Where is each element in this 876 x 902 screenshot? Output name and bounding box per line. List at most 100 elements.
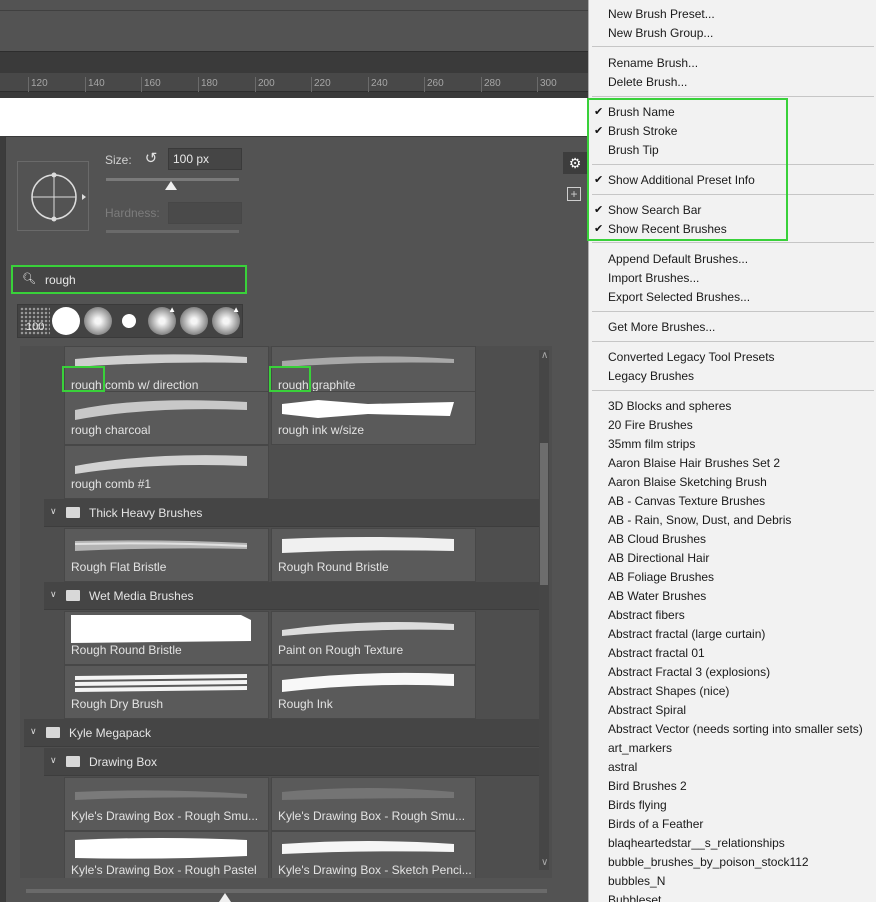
menu-item[interactable]: Birds flying	[608, 798, 667, 812]
brush-tile[interactable]: Rough Ink	[271, 665, 476, 719]
menu-separator	[592, 46, 874, 47]
hardness-input[interactable]	[168, 202, 242, 224]
group-name: Wet Media Brushes	[89, 589, 194, 603]
size-input[interactable]: 100 px	[168, 148, 242, 170]
menu-item[interactable]: Get More Brushes...	[608, 320, 715, 334]
preview-size-slider-thumb[interactable]	[219, 893, 231, 902]
chevron-down-icon: ∨	[50, 589, 57, 599]
brush-tile[interactable]: Kyle's Drawing Box - Rough Smu...	[64, 777, 269, 831]
pressure-icon: ▲	[232, 305, 240, 314]
recent-brush-speckle[interactable]: 100	[20, 307, 50, 335]
menu-item[interactable]: Delete Brush...	[608, 75, 687, 89]
brush-tile[interactable]: Kyle's Drawing Box - Sketch Penci...	[271, 831, 476, 878]
ruler-tick: 200	[255, 77, 275, 92]
brush-tile[interactable]: Rough Dry Brush	[64, 665, 269, 719]
menu-item[interactable]: astral	[608, 760, 637, 774]
search-input[interactable]: 🔍︎ rough	[11, 265, 247, 294]
brush-tile[interactable]: Paint on Rough Texture	[271, 611, 476, 665]
brush-tip-preview[interactable]	[17, 161, 89, 231]
menu-item[interactable]: AB - Rain, Snow, Dust, and Debris	[608, 513, 791, 527]
folder-icon	[66, 756, 80, 767]
scrollbar-track[interactable]	[539, 350, 549, 870]
menu-item[interactable]: Birds of a Feather	[608, 817, 703, 831]
brush-tile[interactable]: Rough Round Bristle	[64, 611, 269, 665]
menu-item[interactable]: 20 Fire Brushes	[608, 418, 693, 432]
menu-item[interactable]: Aaron Blaise Hair Brushes Set 2	[608, 456, 780, 470]
brush-tile[interactable]: Kyle's Drawing Box - Rough Pastel	[64, 831, 269, 878]
scroll-up-icon[interactable]: ∧	[541, 350, 548, 361]
group-thick-heavy-brushes[interactable]: ∨ Thick Heavy Brushes	[44, 499, 541, 527]
menu-item[interactable]: Abstract Fractal 3 (explosions)	[608, 665, 770, 679]
group-drawing-box[interactable]: ∨ Drawing Box	[44, 748, 541, 776]
menu-item[interactable]: Legacy Brushes	[608, 369, 694, 383]
ruler-tick: 260	[424, 77, 444, 92]
recent-brush-small-hard[interactable]	[122, 314, 136, 328]
preview-size-slider-track[interactable]	[26, 889, 547, 893]
brush-tile[interactable]: rough ink w/size	[271, 391, 476, 445]
brush-tile[interactable]: Rough Round Bristle	[271, 528, 476, 582]
menu-item[interactable]: Append Default Brushes...	[608, 252, 748, 266]
recent-brush-soft-pressure-2[interactable]: ▲	[212, 305, 240, 335]
brush-tip-crosshair-icon	[31, 172, 86, 222]
document-canvas[interactable]	[0, 98, 588, 136]
folder-icon	[66, 507, 80, 518]
menu-item[interactable]: Export Selected Brushes...	[608, 290, 750, 304]
menu-item[interactable]: Aaron Blaise Sketching Brush	[608, 475, 767, 489]
menu-item[interactable]: Abstract Shapes (nice)	[608, 684, 729, 698]
menu-separator	[592, 242, 874, 243]
menu-item[interactable]: blaqheartedstar__s_relationships	[608, 836, 785, 850]
scroll-down-icon[interactable]: ∨	[541, 857, 548, 868]
menu-item[interactable]: AB - Canvas Texture Brushes	[608, 494, 765, 508]
menu-item[interactable]: Abstract Spiral	[608, 703, 686, 717]
menu-item[interactable]: New Brush Group...	[608, 26, 713, 40]
new-group-icon[interactable]: +	[567, 187, 581, 201]
hardness-label: Hardness:	[105, 206, 160, 220]
menu-item[interactable]: bubble_brushes_by_poison_stock112	[608, 855, 809, 869]
menu-separator	[592, 341, 874, 342]
hardness-slider-track[interactable]	[106, 230, 239, 233]
group-name: Drawing Box	[89, 755, 158, 769]
reset-size-icon[interactable]: ↺	[142, 150, 160, 168]
menu-item[interactable]: AB Directional Hair	[608, 551, 709, 565]
menu-item[interactable]: 3D Blocks and spheres	[608, 399, 731, 413]
menu-item[interactable]: Abstract Vector (needs sorting into smal…	[608, 722, 863, 736]
brush-name: Rough Flat Bristle	[71, 560, 167, 574]
recent-brush-soft-round[interactable]	[84, 307, 112, 335]
menu-item[interactable]: Abstract fractal (large curtain)	[608, 627, 765, 641]
group-wet-media-brushes[interactable]: ∨ Wet Media Brushes	[44, 582, 541, 610]
ruler: 120 140 160 180 200 220 240 260 280 300	[0, 52, 588, 98]
visibility-options-highlight	[587, 98, 788, 241]
search-text: rough	[45, 273, 76, 287]
recent-brush-soft-pressure[interactable]: ▲	[148, 305, 176, 335]
brush-name: comb w/ direction	[101, 378, 199, 392]
menu-item[interactable]: art_markers	[608, 741, 672, 755]
menu-item[interactable]: New Brush Preset...	[608, 7, 715, 21]
menu-item[interactable]: AB Cloud Brushes	[608, 532, 706, 546]
recent-brush-hard-round[interactable]	[52, 307, 80, 335]
brush-tile[interactable]: Kyle's Drawing Box - Rough Smu...	[271, 777, 476, 831]
menu-separator	[592, 311, 874, 312]
ruler-tick: 240	[368, 77, 388, 92]
menu-item[interactable]: bubbles_N	[608, 874, 665, 888]
menu-item[interactable]: Import Brushes...	[608, 271, 699, 285]
brush-name: rough charcoal	[71, 423, 151, 437]
menu-item[interactable]: AB Foliage Brushes	[608, 570, 714, 584]
menu-item[interactable]: AB Water Brushes	[608, 589, 706, 603]
size-slider-thumb[interactable]	[165, 181, 177, 190]
menu-item[interactable]: 35mm film strips	[608, 437, 695, 451]
group-kyle-megapack[interactable]: ∨ Kyle Megapack	[24, 719, 541, 747]
menu-item[interactable]: Converted Legacy Tool Presets	[608, 350, 775, 364]
gear-icon[interactable]: ⚙	[563, 152, 587, 174]
chevron-down-icon: ∨	[50, 755, 57, 765]
menu-item[interactable]: Abstract fibers	[608, 608, 685, 622]
menu-item[interactable]: Abstract fractal 01	[608, 646, 705, 660]
brush-list: rough comb w/ direction rough graphite r…	[20, 346, 552, 878]
menu-item[interactable]: Bird Brushes 2	[608, 779, 687, 793]
menu-item[interactable]: Bubbleset	[608, 893, 661, 902]
menu-item[interactable]: Rename Brush...	[608, 56, 698, 70]
brush-tile[interactable]: rough comb #1	[64, 445, 269, 499]
brush-tile[interactable]: rough charcoal	[64, 391, 269, 445]
brush-tile[interactable]: Rough Flat Bristle	[64, 528, 269, 582]
recent-brush-soft-round-2[interactable]	[180, 307, 208, 335]
scrollbar-thumb[interactable]	[540, 443, 548, 585]
